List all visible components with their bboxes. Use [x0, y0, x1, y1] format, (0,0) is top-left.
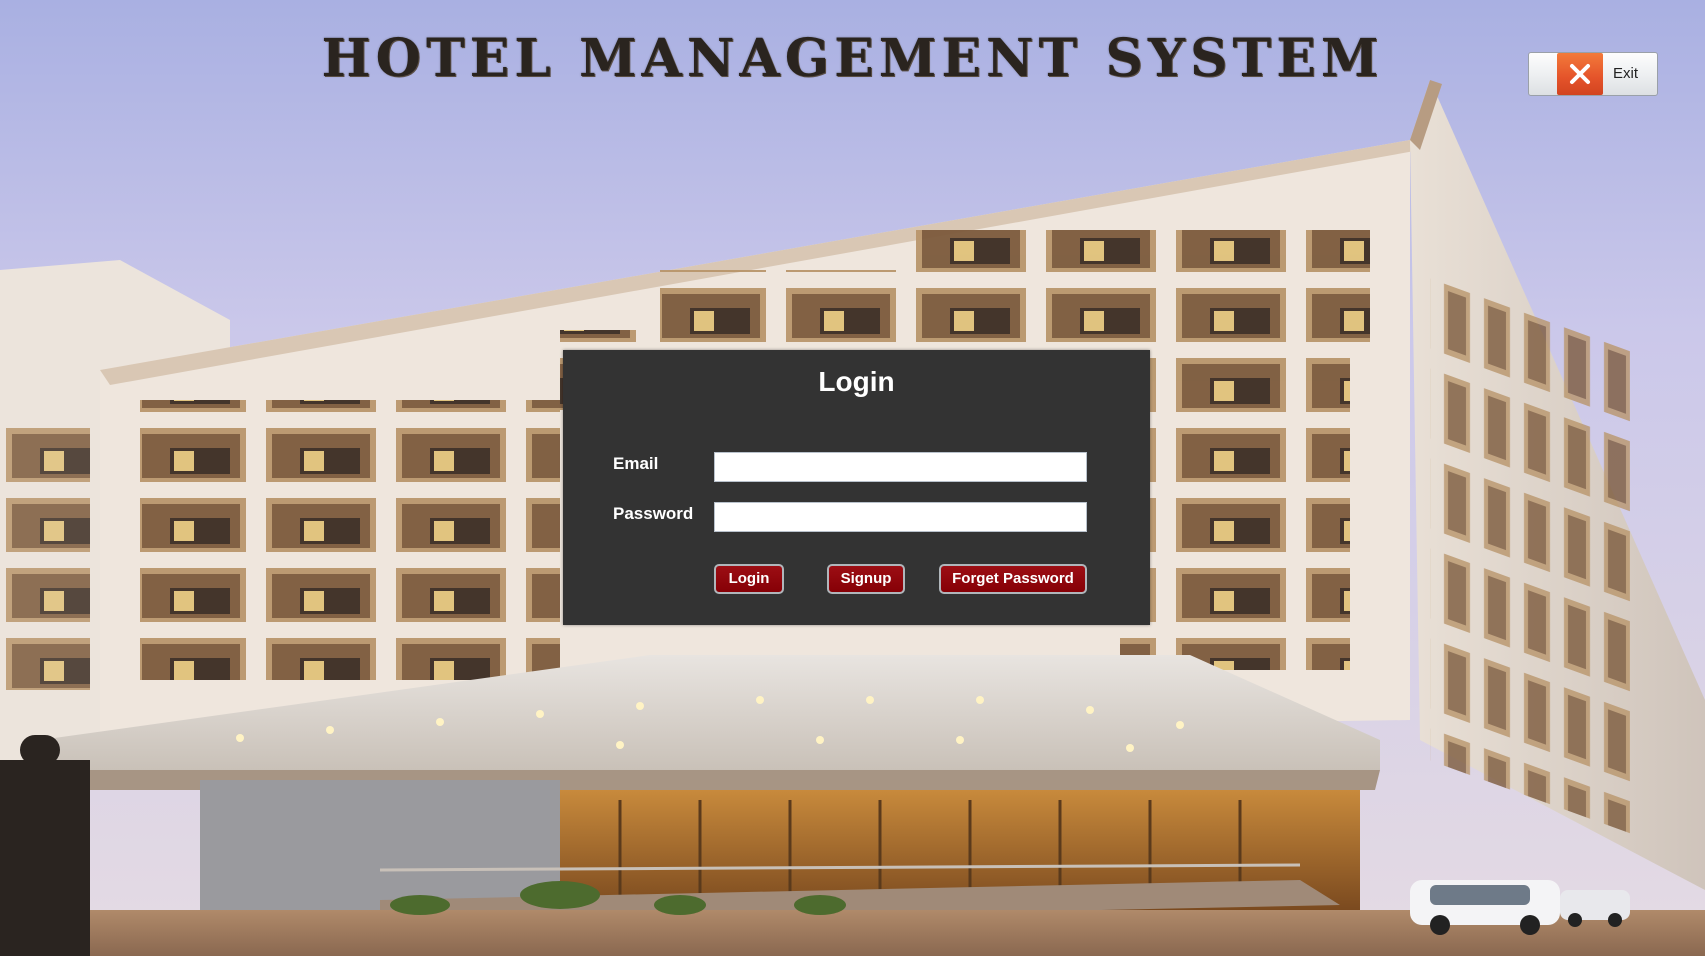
login-title: Login	[818, 366, 895, 397]
login-button[interactable]: Login	[714, 564, 784, 594]
forget-password-button[interactable]: Forget Password	[939, 564, 1087, 594]
exit-label: Exit	[1613, 65, 1639, 82]
email-field[interactable]	[714, 452, 1087, 482]
login-screen: HOTEL MANAGEMENT SYSTEM Exit Login Email…	[0, 0, 1705, 956]
signup-button[interactable]: Signup	[827, 564, 905, 594]
password-label: Password	[613, 504, 694, 523]
app-title: HOTEL MANAGEMENT SYSTEM	[321, 28, 1384, 89]
exit-button[interactable]: Exit	[1528, 52, 1658, 96]
email-label: Email	[613, 454, 659, 473]
password-field[interactable]	[714, 502, 1087, 532]
close-x-icon	[1557, 53, 1603, 95]
login-panel: Login Email Password Login Signup Forget…	[563, 350, 1150, 625]
